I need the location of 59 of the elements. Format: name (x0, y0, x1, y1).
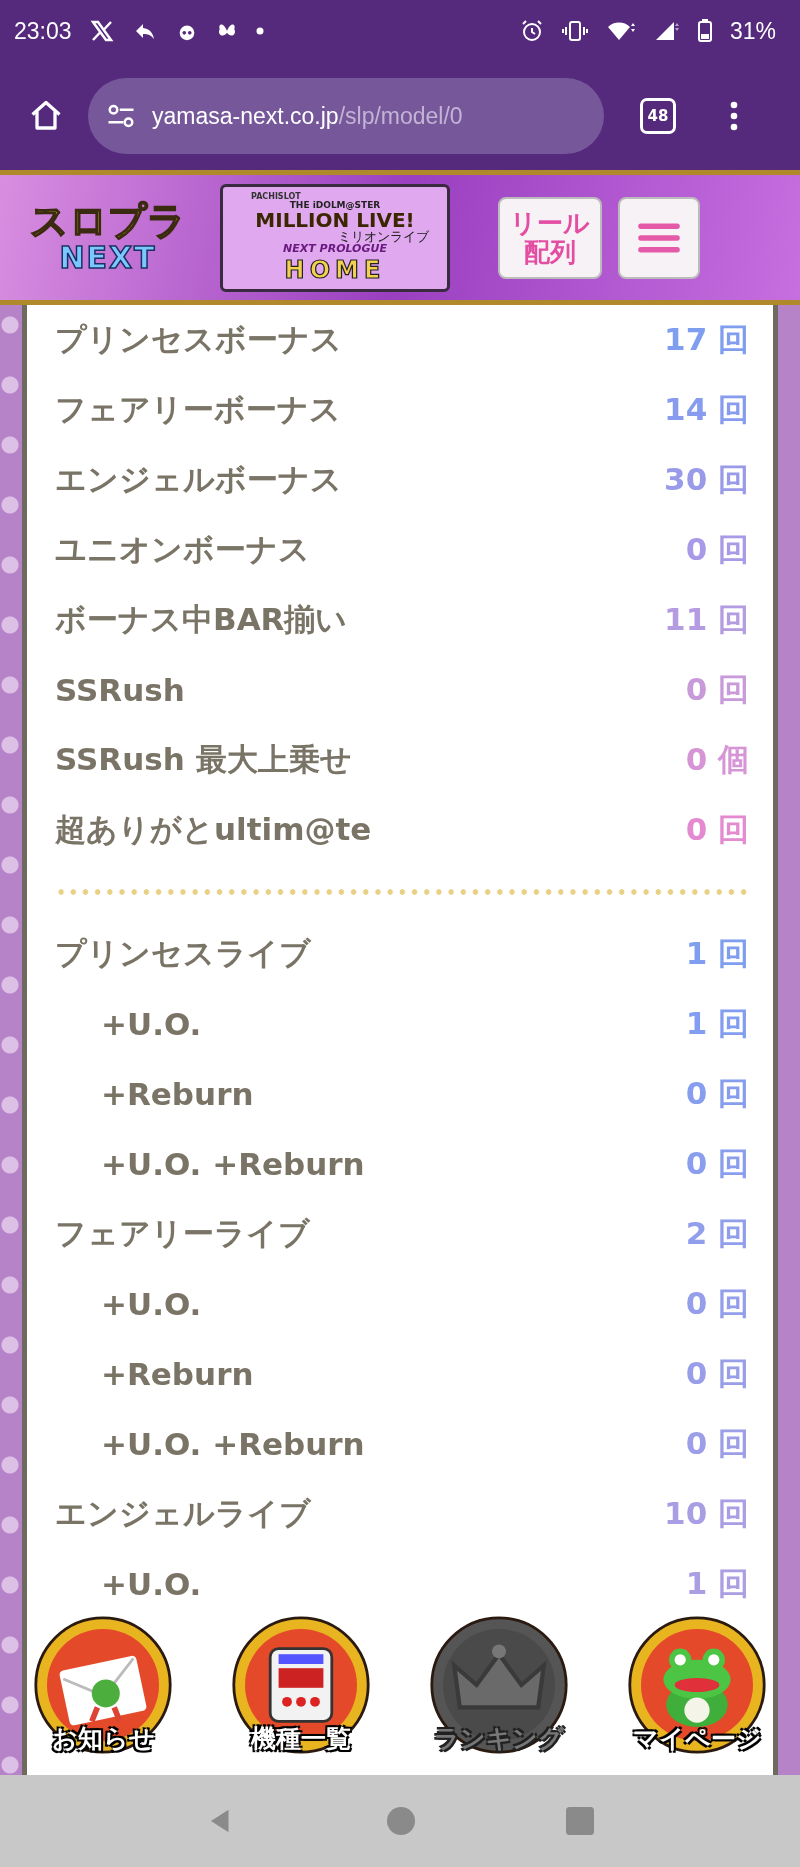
stat-count: 11 回 (664, 600, 749, 639)
stat-count: 1 回 (685, 1564, 749, 1603)
stat-count: 0 回 (685, 1144, 749, 1183)
frog-icon (627, 1615, 767, 1755)
stat-label: +U.O. (101, 1566, 202, 1602)
url-text: yamasa-next.co.jp/slp/model/0 (152, 102, 463, 130)
menu-button[interactable] (618, 196, 700, 279)
stat-count: 30 回 (664, 460, 749, 499)
tab-count-button[interactable]: 48 (640, 98, 676, 134)
more-menu-icon[interactable] (730, 101, 738, 131)
stat-label: ユニオンボーナス (55, 530, 310, 569)
stat-label: +U.O. +Reburn (101, 1146, 365, 1182)
envelope-icon (33, 1615, 173, 1755)
status-time: 23:03 (14, 17, 72, 45)
stat-label: フェアリーボーナス (55, 390, 341, 429)
stat-count: 1 回 (685, 1004, 749, 1043)
stat-count: 0 回 (685, 1074, 749, 1113)
stat-label: フェアリーライブ (55, 1214, 310, 1253)
stat-label: +Reburn (101, 1076, 254, 1112)
stat-label: +U.O. (101, 1006, 202, 1042)
stat-label: ボーナス中BAR揃い (55, 600, 348, 639)
stat-count: 2 回 (685, 1214, 749, 1253)
slot-machine-icon (231, 1615, 371, 1755)
stat-count: 0 回 (685, 1354, 749, 1393)
stat-count: 0 回 (685, 1284, 749, 1323)
site-logo[interactable]: スロプラ NEXT (28, 201, 188, 274)
battery-percent: 31% (729, 17, 776, 45)
home-button[interactable]: PACHISLOT THE iDOLM@STER MILLION LIVE! ミリオンライブ NEXT PROLOGUE HOME (220, 183, 450, 292)
stat-count: 0 回 (685, 1424, 749, 1463)
home-circle-icon[interactable] (387, 1807, 415, 1835)
stat-count: 0 回 (685, 670, 749, 709)
stat-count: 0 回 (685, 530, 749, 569)
dot-icon (255, 27, 264, 35)
stat-label: +Reburn (101, 1356, 254, 1392)
stat-label: プリンセスボーナス (55, 320, 342, 359)
crown-icon (429, 1615, 569, 1755)
stat-label: エンジェルライブ (55, 1494, 311, 1533)
stat-label: プリンセスライブ (55, 934, 311, 973)
stat-count: 1 回 (685, 934, 749, 973)
menu-icon (637, 221, 681, 254)
stat-label: SSRush 最大上乗せ (55, 740, 352, 779)
url-field[interactable]: yamasa-next.co.jp/slp/model/0 (88, 78, 604, 154)
stat-label: +U.O. (101, 1286, 202, 1322)
stat-count: 0 回 (685, 810, 749, 849)
nav-button[interactable]: お知らせ (28, 1615, 178, 1763)
nav-button[interactable]: マイページ (622, 1615, 772, 1763)
battery-icon (697, 19, 712, 43)
recents-icon[interactable] (566, 1807, 595, 1835)
stat-count: 0 個 (685, 740, 749, 779)
nav-button[interactable]: 機種一覧 (226, 1615, 376, 1763)
stat-label: エンジェルボーナス (55, 460, 342, 499)
stat-label: 超ありがとultim@te (55, 810, 372, 849)
stat-label: SSRush (55, 672, 185, 708)
stat-label: +U.O. +Reburn (101, 1426, 365, 1462)
stat-count: 10 回 (664, 1494, 749, 1533)
vibrate-icon (561, 19, 588, 43)
x-icon (89, 19, 114, 43)
stat-count: 14 回 (664, 390, 749, 429)
stat-count: 17 回 (664, 320, 749, 359)
